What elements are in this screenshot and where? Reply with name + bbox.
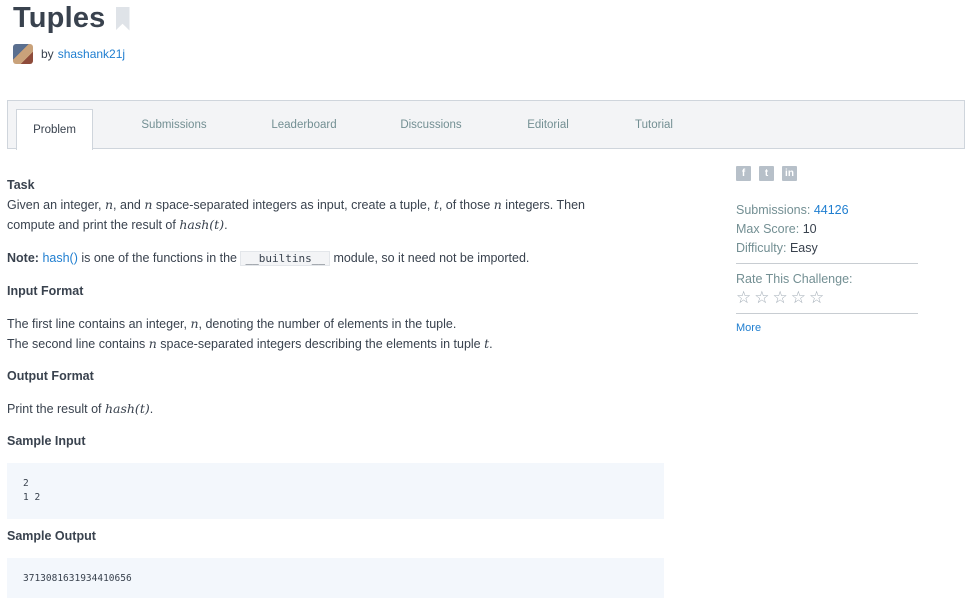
- tab-submissions[interactable]: Submissions: [126, 101, 222, 149]
- submissions-count-link[interactable]: 44126: [814, 203, 849, 217]
- bookmark-icon[interactable]: [115, 6, 130, 31]
- sample-output-heading: Sample Output: [7, 529, 96, 543]
- rating-stars: ☆ ☆ ☆ ☆ ☆: [736, 288, 918, 308]
- avatar[interactable]: [13, 44, 33, 64]
- rate-label: Rate This Challenge:: [736, 272, 853, 286]
- challenge-sidebar: f t in Submissions: 44126 Max Score: 10 …: [736, 166, 918, 334]
- task-heading: Task: [7, 178, 35, 192]
- star-icon[interactable]: ☆: [736, 288, 751, 308]
- tab-problem[interactable]: Problem: [16, 109, 93, 150]
- tab-editorial[interactable]: Editorial: [512, 101, 584, 149]
- more-link[interactable]: More: [736, 322, 918, 334]
- linkedin-icon[interactable]: in: [782, 166, 797, 181]
- star-icon[interactable]: ☆: [754, 288, 769, 308]
- share-icons: f t in: [736, 166, 918, 181]
- input-format-heading: Input Format: [7, 284, 84, 298]
- star-icon[interactable]: ☆: [791, 288, 806, 308]
- output-format-heading: Output Format: [7, 369, 94, 383]
- input-format-text: The first line contains an integer, n, d…: [7, 316, 493, 351]
- builtins-code: __builtins__: [240, 251, 330, 266]
- page-title: Tuples: [13, 2, 106, 34]
- sample-output-block: 3713081631934410656: [7, 558, 664, 598]
- max-score-stat: Max Score: 10: [736, 222, 817, 236]
- hash-link[interactable]: hash(): [42, 251, 77, 265]
- twitter-icon[interactable]: t: [759, 166, 774, 181]
- tab-tutorial[interactable]: Tutorial: [619, 101, 689, 149]
- tab-discussions[interactable]: Discussions: [385, 101, 477, 149]
- star-icon[interactable]: ☆: [809, 288, 824, 308]
- problem-statement: Task Given an integer, n, and n space-se…: [7, 176, 667, 598]
- challenge-header: Tuples: [13, 2, 130, 35]
- sample-input-block: 2 1 2: [7, 463, 664, 519]
- sample-input-heading: Sample Input: [7, 434, 86, 448]
- difficulty-stat: Difficulty: Easy: [736, 241, 818, 255]
- divider: [736, 263, 918, 264]
- divider: [736, 313, 918, 314]
- task-text: Given an integer, n, and n space-separat…: [7, 197, 585, 232]
- star-icon[interactable]: ☆: [773, 288, 788, 308]
- by-label: by: [41, 47, 54, 61]
- output-format-text: Print the result of hash(t).: [7, 401, 154, 416]
- tab-bar: Problem Submissions Leaderboard Discussi…: [7, 100, 965, 150]
- tab-leaderboard[interactable]: Leaderboard: [256, 101, 352, 149]
- submissions-stat: Submissions: 44126: [736, 203, 849, 217]
- facebook-icon[interactable]: f: [736, 166, 751, 181]
- note-text: Note: hash() is one of the functions in …: [7, 251, 530, 266]
- author-link[interactable]: shashank21j: [58, 47, 125, 61]
- author-row: by shashank21j: [13, 44, 125, 64]
